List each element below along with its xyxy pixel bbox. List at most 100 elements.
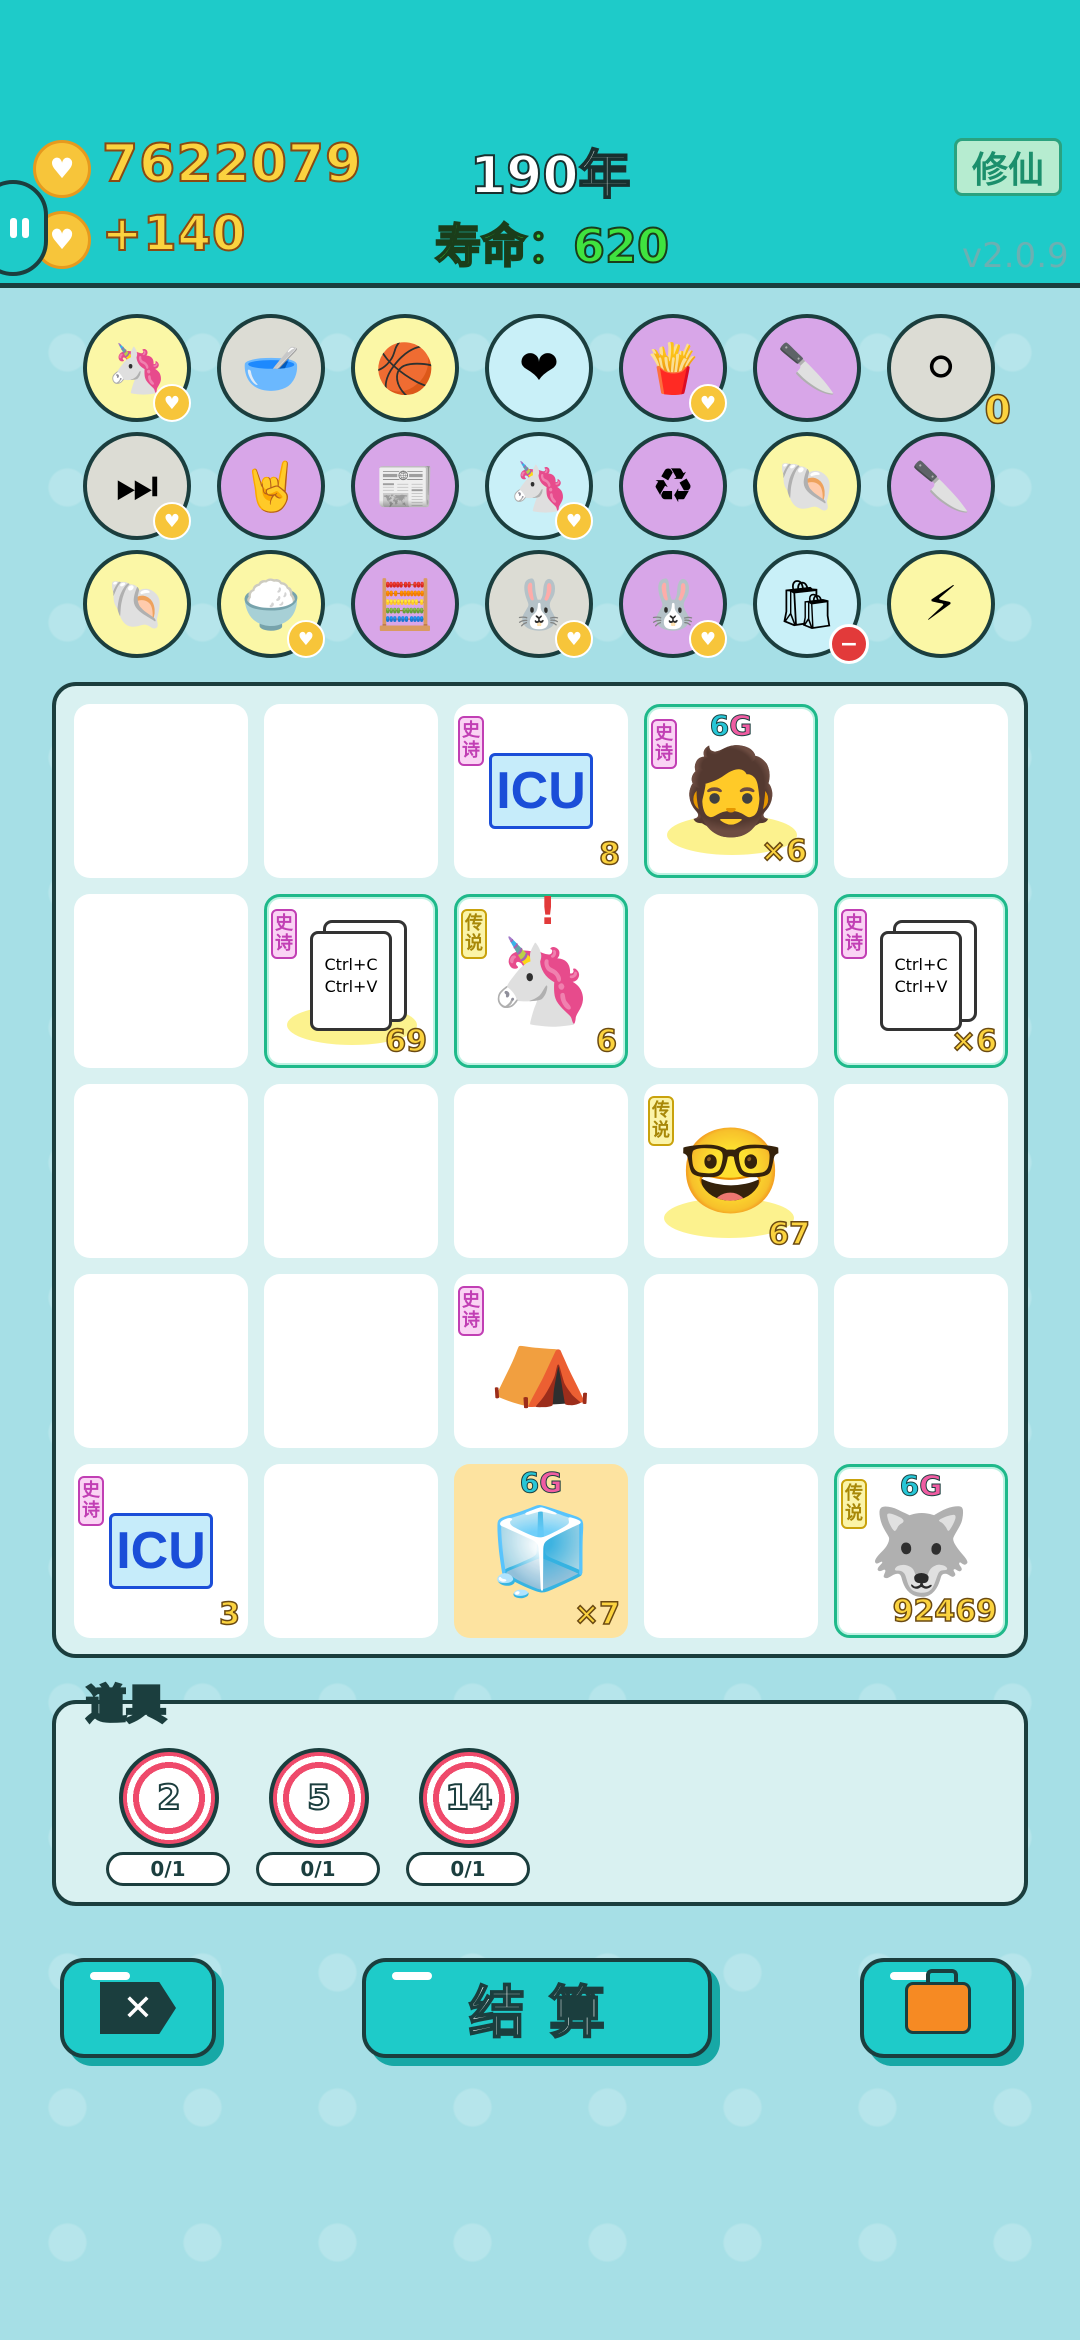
target-prop-5[interactable]: 5 bbox=[269, 1748, 369, 1848]
board-cell-empty[interactable] bbox=[834, 1084, 1008, 1258]
board-cell-gold-king[interactable]: 🤓 传说 67 bbox=[644, 1084, 818, 1258]
minus-badge-icon: − bbox=[829, 624, 869, 664]
item-count: 0 bbox=[984, 387, 1012, 433]
item-quantity: ×6 bbox=[760, 833, 808, 870]
prop-uses: 0/1 bbox=[406, 1852, 530, 1886]
board-cell-fridge[interactable]: 🧊 6G ×7 bbox=[454, 1464, 628, 1638]
item-quantity: ×6 bbox=[950, 1023, 998, 1060]
ctrl-line: Ctrl+V bbox=[894, 977, 948, 996]
time-magazine-icon[interactable]: 📰 bbox=[351, 432, 459, 540]
icu-sign-icon: ICU bbox=[109, 1513, 213, 1589]
exit-button[interactable]: ✕ bbox=[60, 1958, 216, 2058]
unicorn-icon[interactable]: 🦄 ♥ bbox=[83, 314, 191, 422]
item-quantity: 3 bbox=[218, 1596, 240, 1633]
rock-hand-icon[interactable]: 🤘 bbox=[217, 432, 325, 540]
unicorn-icon: 🦄 bbox=[488, 932, 594, 1030]
epic-tag: 史诗 bbox=[271, 909, 297, 959]
board-cell-empty[interactable] bbox=[264, 1084, 438, 1258]
side-menu-tab[interactable] bbox=[0, 180, 48, 276]
board-cell-empty[interactable] bbox=[264, 1274, 438, 1448]
heart-badge-icon: ♥ bbox=[153, 502, 191, 540]
board-cell-empty[interactable] bbox=[644, 1464, 818, 1638]
board-cell-empty[interactable] bbox=[74, 704, 248, 878]
heart-badge-icon: ♥ bbox=[689, 620, 727, 658]
board-cell-unicorn[interactable]: 🦄! 传说 6 bbox=[454, 889, 628, 1068]
heart-badge-icon: ♥ bbox=[153, 384, 191, 422]
cleaver-icon[interactable]: 🔪 bbox=[753, 314, 861, 422]
target-prop-14[interactable]: 14 bbox=[419, 1748, 519, 1848]
bearded-king-icon: 🧔 bbox=[678, 742, 784, 840]
exit-x-icon: ✕ bbox=[100, 1982, 176, 2034]
board-cell-empty[interactable] bbox=[834, 1274, 1008, 1448]
board-cell-ctrl-cv[interactable]: Ctrl+C Ctrl+V 史诗 ×6 bbox=[834, 894, 1008, 1068]
heart-fan-icon[interactable]: ❤ bbox=[485, 314, 593, 422]
rabbit-icon[interactable]: 🐰 ♥ bbox=[619, 550, 727, 658]
heart-badge-icon: ♥ bbox=[287, 620, 325, 658]
briefcase-icon bbox=[905, 1969, 971, 2034]
board-cell-icu[interactable]: ICU 史诗 8 bbox=[454, 704, 628, 878]
recycle-icon[interactable]: ♻ bbox=[619, 432, 727, 540]
bag-button[interactable] bbox=[860, 1958, 1016, 2058]
ctrl-line: Ctrl+C bbox=[324, 955, 378, 974]
rabbit-house-icon: ⛺ bbox=[488, 1312, 594, 1410]
epic-tag: 史诗 bbox=[458, 716, 484, 766]
board-cell-icu[interactable]: ICU 史诗 3 bbox=[74, 1464, 248, 1638]
board-cell-empty[interactable] bbox=[454, 1084, 628, 1258]
heart-coin-icon: ♥ bbox=[33, 140, 91, 198]
board-cell-empty[interactable] bbox=[74, 1274, 248, 1448]
settle-button[interactable]: 结算 bbox=[362, 1958, 712, 2058]
cleaver-icon[interactable]: 🔪 bbox=[887, 432, 995, 540]
board-cell-empty[interactable] bbox=[644, 894, 818, 1068]
math-guy-icon[interactable]: 🧮 bbox=[351, 550, 459, 658]
skip-icon[interactable]: ⏭ ♥ bbox=[83, 432, 191, 540]
item-quantity: 8 bbox=[598, 836, 620, 873]
rabbit-icon[interactable]: 🐰 ♥ bbox=[485, 550, 593, 658]
board-cell-rabbit-house[interactable]: ⛺ 史诗 bbox=[454, 1274, 628, 1448]
board-cell-husky-king[interactable]: 🐺 6G 传说 92469 bbox=[834, 1464, 1008, 1638]
6g-badge: 6G bbox=[899, 1469, 943, 1503]
heart-badge-icon: ♥ bbox=[555, 502, 593, 540]
board-cell-empty[interactable] bbox=[74, 894, 248, 1068]
target-prop-2[interactable]: 2 bbox=[119, 1748, 219, 1848]
board-cell-ctrl-cv-king[interactable]: ♛Ctrl+CCtrl+V史诗69 bbox=[264, 894, 438, 1068]
legend-tag: 传说 bbox=[648, 1096, 674, 1146]
props-panel: 2 0/1 5 0/1 14 0/1 bbox=[52, 1700, 1028, 1906]
basketballs-icon[interactable]: 🏀 bbox=[351, 314, 459, 422]
board-cell-bearded-king[interactable]: 🧔 6G 史诗 ×6 bbox=[644, 704, 818, 878]
prop-uses: 0/1 bbox=[106, 1852, 230, 1886]
button-shine bbox=[392, 1972, 432, 1980]
coin-total: 7622079 bbox=[101, 133, 363, 195]
rice-bowl-icon[interactable]: 🍚 ♥ bbox=[217, 550, 325, 658]
shell-icon[interactable]: 🐚 bbox=[83, 550, 191, 658]
board-cell-empty[interactable] bbox=[644, 1274, 818, 1448]
trash-bag-icon[interactable]: 🛍 − bbox=[753, 550, 869, 664]
button-shine bbox=[890, 1972, 930, 1980]
board-cell-empty[interactable] bbox=[834, 704, 1008, 878]
legend-tag: 传说 bbox=[841, 1479, 867, 1529]
button-shine bbox=[90, 1972, 130, 1980]
epic-tag: 史诗 bbox=[458, 1286, 484, 1336]
settle-label: 结算 bbox=[468, 1980, 629, 2047]
item-quantity: 6 bbox=[595, 1023, 617, 1060]
6g-badge: 6G bbox=[709, 709, 753, 743]
dog-food-bowl-icon[interactable]: 🥣 bbox=[217, 314, 325, 422]
board-cell-empty[interactable] bbox=[264, 704, 438, 878]
gold-king-icon: 🤓 bbox=[678, 1122, 784, 1220]
heart-badge-icon: ♥ bbox=[555, 620, 593, 658]
fridge-icon: 🧊 bbox=[488, 1502, 594, 1600]
version-label: v2.0.9 bbox=[962, 236, 1069, 276]
board-cell-empty[interactable] bbox=[74, 1084, 248, 1258]
coin-income: +140 bbox=[101, 205, 247, 263]
french-fries-icon[interactable]: 🍟 ♥ bbox=[619, 314, 727, 422]
shell-icon[interactable]: 🐚 bbox=[753, 432, 861, 540]
alert-icon: ! bbox=[539, 889, 557, 933]
epic-tag: 史诗 bbox=[78, 1476, 104, 1526]
lightning-icon[interactable]: ⚡ bbox=[887, 550, 995, 658]
xiuxian-button[interactable]: 修仙 bbox=[954, 138, 1062, 196]
ctrl-line: Ctrl+C bbox=[894, 955, 948, 974]
board-cell-empty[interactable] bbox=[264, 1464, 438, 1638]
icu-sign-icon: ICU bbox=[489, 753, 593, 829]
item-quantity: 67 bbox=[768, 1216, 811, 1253]
unicorn-pair-icon[interactable]: 🦄 ♥ bbox=[485, 432, 593, 540]
egg-tray-icon[interactable]: ⚪ 0 bbox=[887, 314, 1012, 433]
